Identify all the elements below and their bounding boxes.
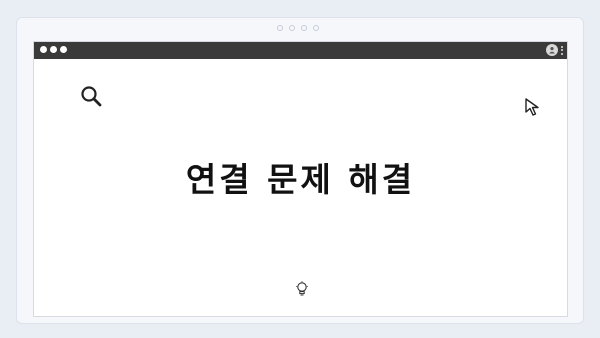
lightbulb-icon [295, 281, 309, 301]
cursor-arrow-icon [524, 97, 546, 123]
title-bar-actions [546, 44, 563, 56]
page-indicator [277, 25, 319, 35]
page-dot[interactable] [313, 25, 319, 31]
page-dot[interactable] [277, 25, 283, 31]
kebab-menu-icon[interactable] [561, 45, 563, 55]
page-dot[interactable] [289, 25, 295, 31]
page-heading: 연결 문제 해결 [185, 160, 416, 199]
page-dot[interactable] [301, 25, 307, 31]
window-controls [40, 46, 67, 53]
minimize-dot[interactable] [50, 46, 57, 53]
search-icon [79, 84, 105, 114]
maximize-dot[interactable] [60, 46, 67, 53]
browser-window: 연결 문제 해결 [33, 41, 568, 317]
title-bar [34, 42, 567, 59]
content-area: 연결 문제 해결 [34, 59, 567, 318]
close-dot[interactable] [40, 46, 47, 53]
profile-icon[interactable] [546, 44, 558, 56]
